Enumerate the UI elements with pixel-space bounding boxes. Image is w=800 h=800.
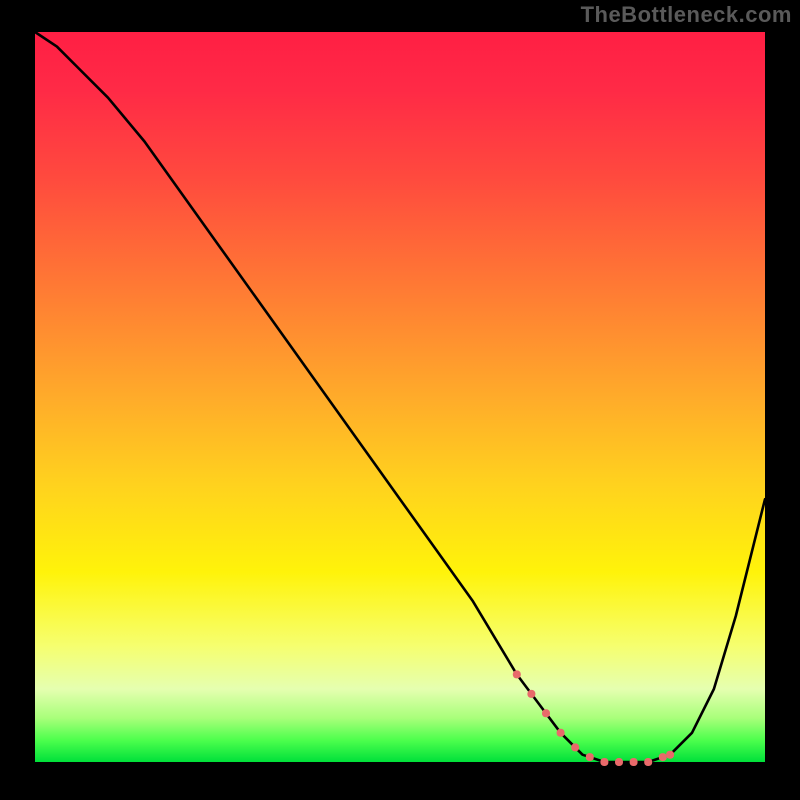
optimal-marker [600, 758, 608, 766]
optimal-marker [630, 758, 638, 766]
optimal-marker [557, 729, 565, 737]
optimal-marker [527, 690, 535, 698]
optimal-marker [666, 751, 674, 759]
optimal-marker [659, 753, 667, 761]
optimal-marker [615, 758, 623, 766]
optimal-marker [586, 753, 594, 761]
optimal-marker [542, 709, 550, 717]
optimal-marker [571, 743, 579, 751]
optimal-marker [513, 670, 521, 678]
chart-container: TheBottleneck.com [0, 0, 800, 800]
attribution-label: TheBottleneck.com [581, 2, 792, 28]
optimal-marker [644, 758, 652, 766]
bottleneck-chart [0, 0, 800, 800]
